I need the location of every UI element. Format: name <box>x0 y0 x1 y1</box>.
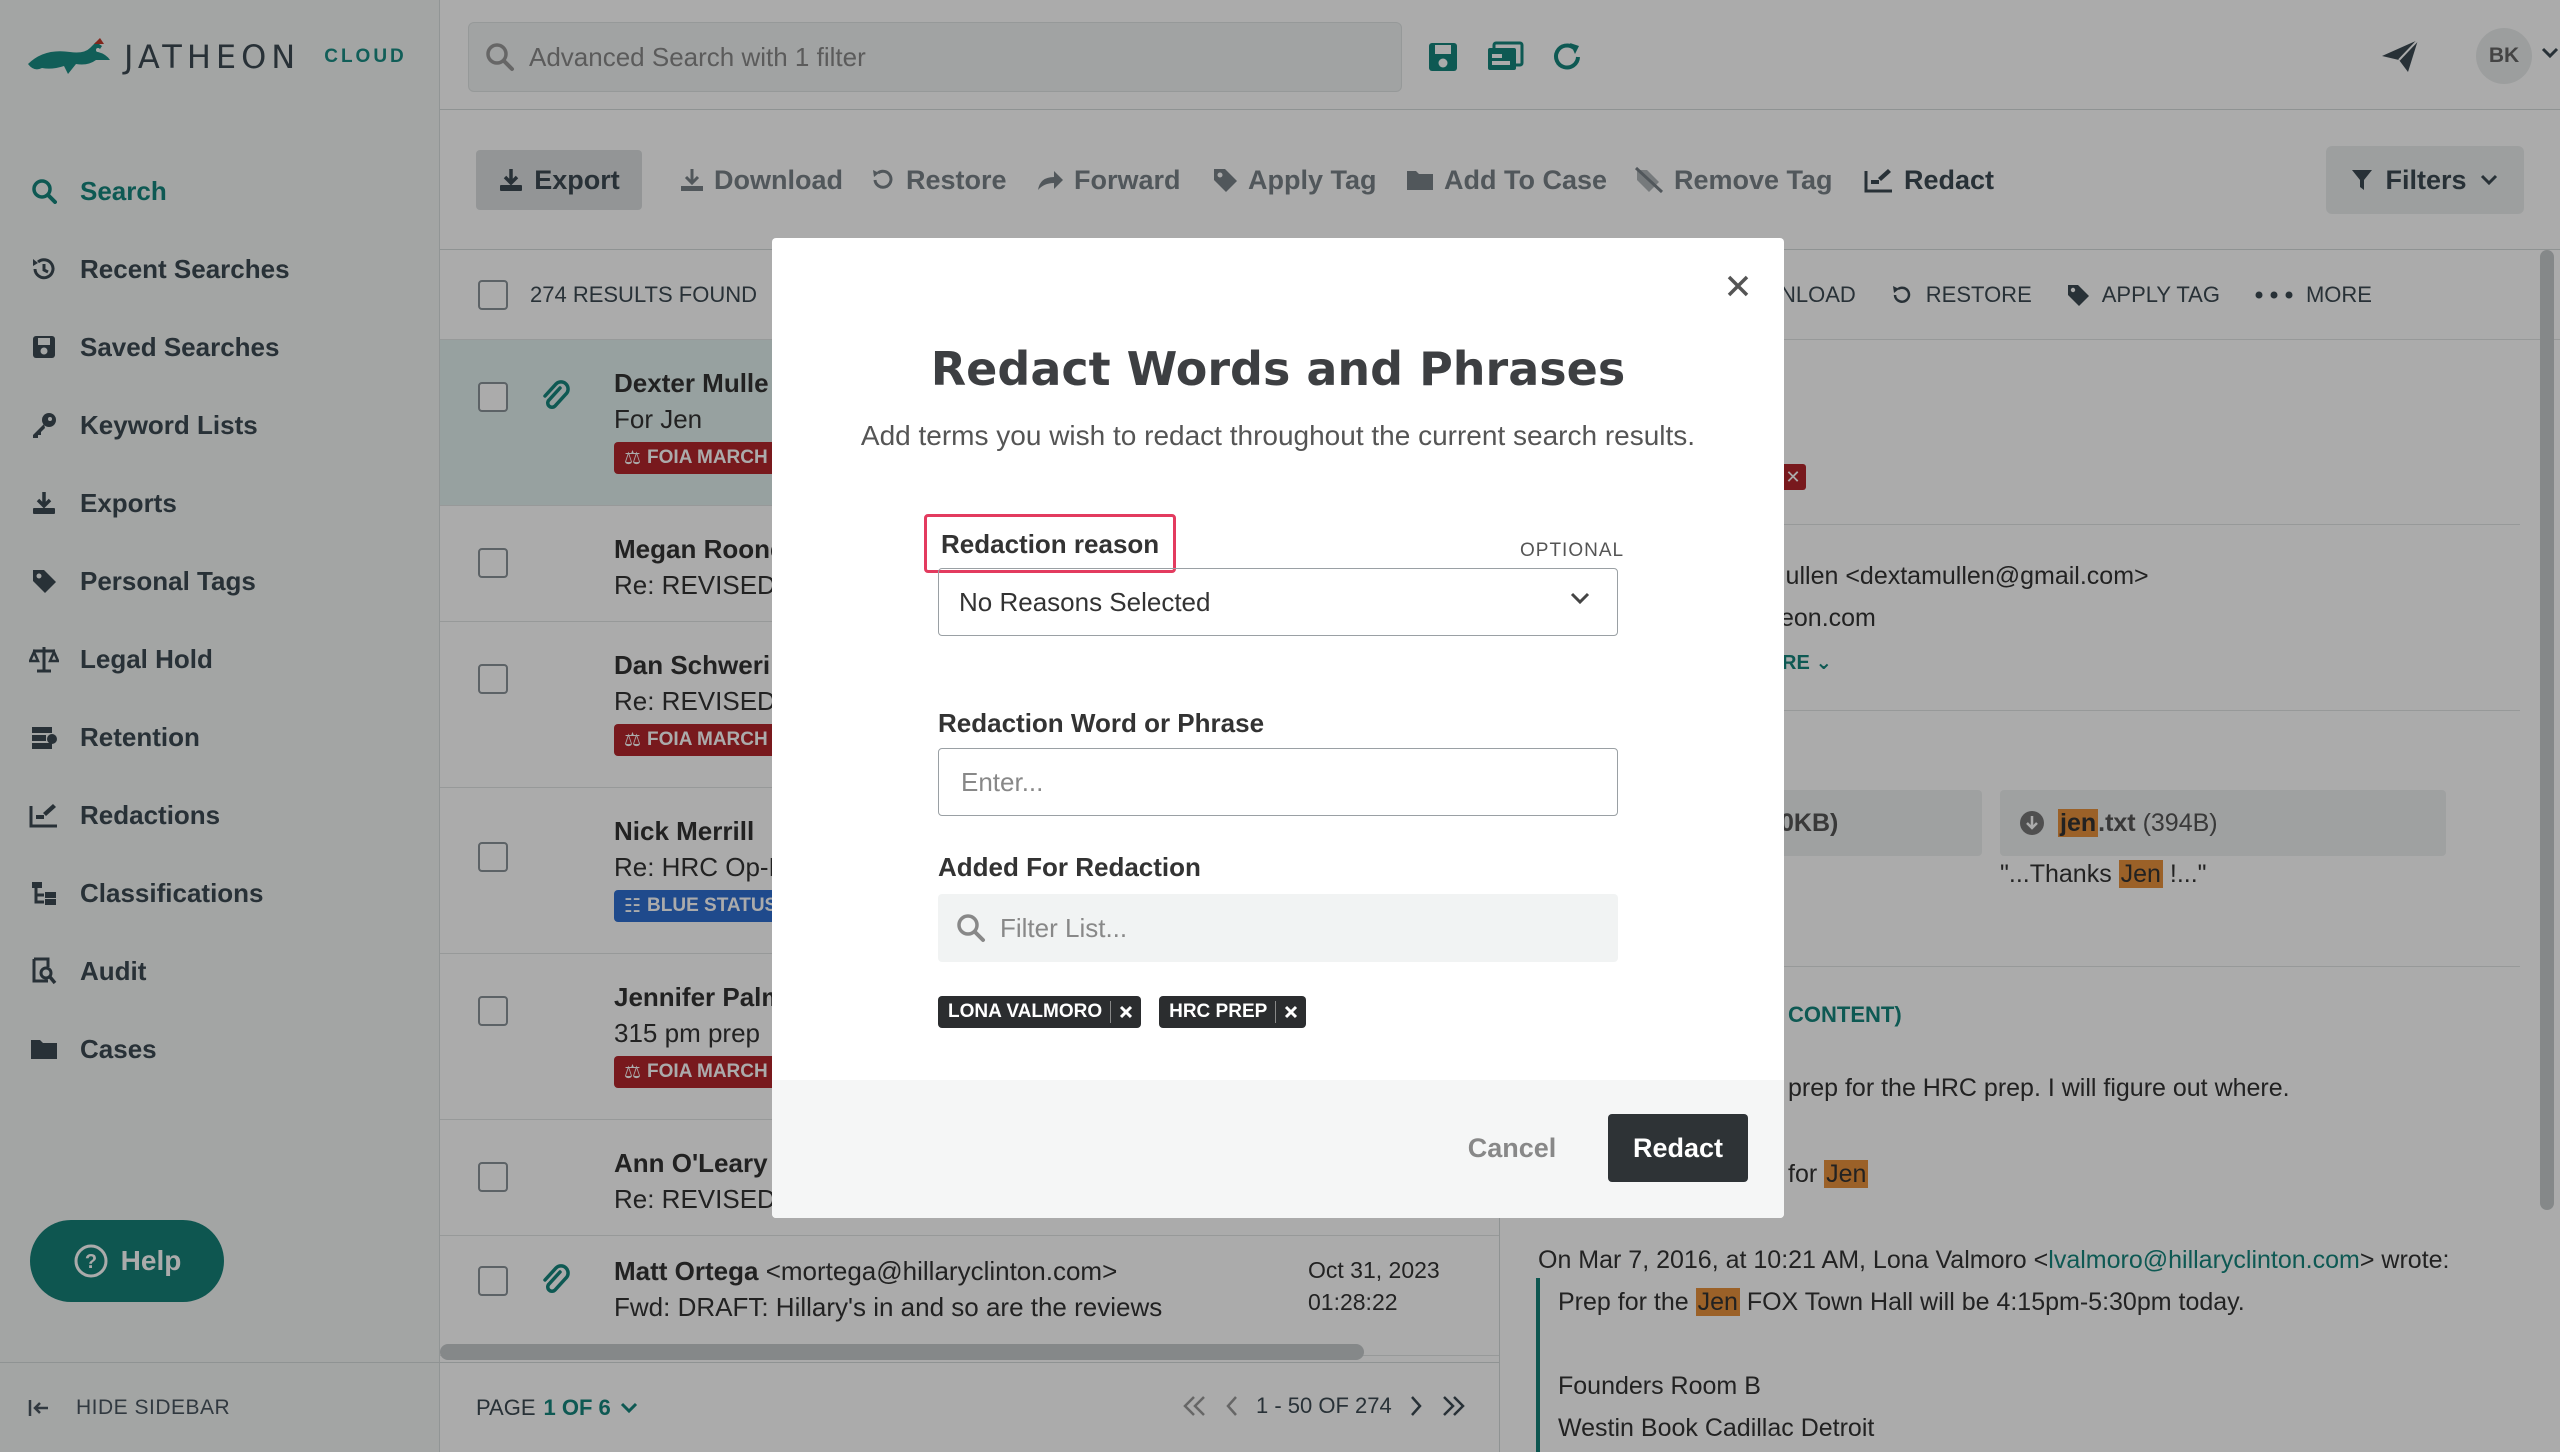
filter-list-input[interactable] <box>1000 912 1580 944</box>
redaction-chip-label: LONA VALMORO <box>948 1001 1112 1023</box>
modal-subtitle: Add terms you wish to redact throughout … <box>860 420 1696 451</box>
search-icon <box>956 913 986 943</box>
redaction-chip-list: LONA VALMORO HRC PREP <box>938 996 1307 1028</box>
redaction-word-label: Redaction Word or Phrase <box>938 708 1265 738</box>
redaction-reason-value: No Reasons Selected <box>959 586 1211 617</box>
redact-modal: Redact Words and Phrases Add terms you w… <box>772 238 1784 1218</box>
redaction-chip: HRC PREP <box>1159 996 1307 1028</box>
filter-list-box[interactable] <box>938 894 1618 962</box>
modal-title: Redact Words and Phrases <box>930 342 1626 396</box>
redact-button[interactable]: Redact <box>1608 1114 1748 1182</box>
added-for-redaction-label: Added For Redaction <box>938 852 1201 882</box>
optional-label: OPTIONAL <box>1520 540 1625 561</box>
chevron-down-icon <box>1569 591 1591 607</box>
close-button[interactable] <box>1718 266 1758 306</box>
close-icon <box>1726 274 1750 298</box>
redaction-chip: LONA VALMORO <box>938 996 1142 1028</box>
remove-chip-icon[interactable] <box>1111 1005 1141 1019</box>
cancel-button[interactable]: Cancel <box>1462 1114 1562 1182</box>
remove-chip-icon[interactable] <box>1276 1005 1306 1019</box>
modal-footer: Cancel Redact <box>772 1080 1784 1218</box>
redaction-chip-label: HRC PREP <box>1169 1001 1277 1023</box>
redaction-reason-select[interactable]: No Reasons Selected <box>938 568 1618 636</box>
redaction-reason-label: Redaction reason <box>924 514 1177 573</box>
redaction-word-input[interactable] <box>938 748 1618 816</box>
